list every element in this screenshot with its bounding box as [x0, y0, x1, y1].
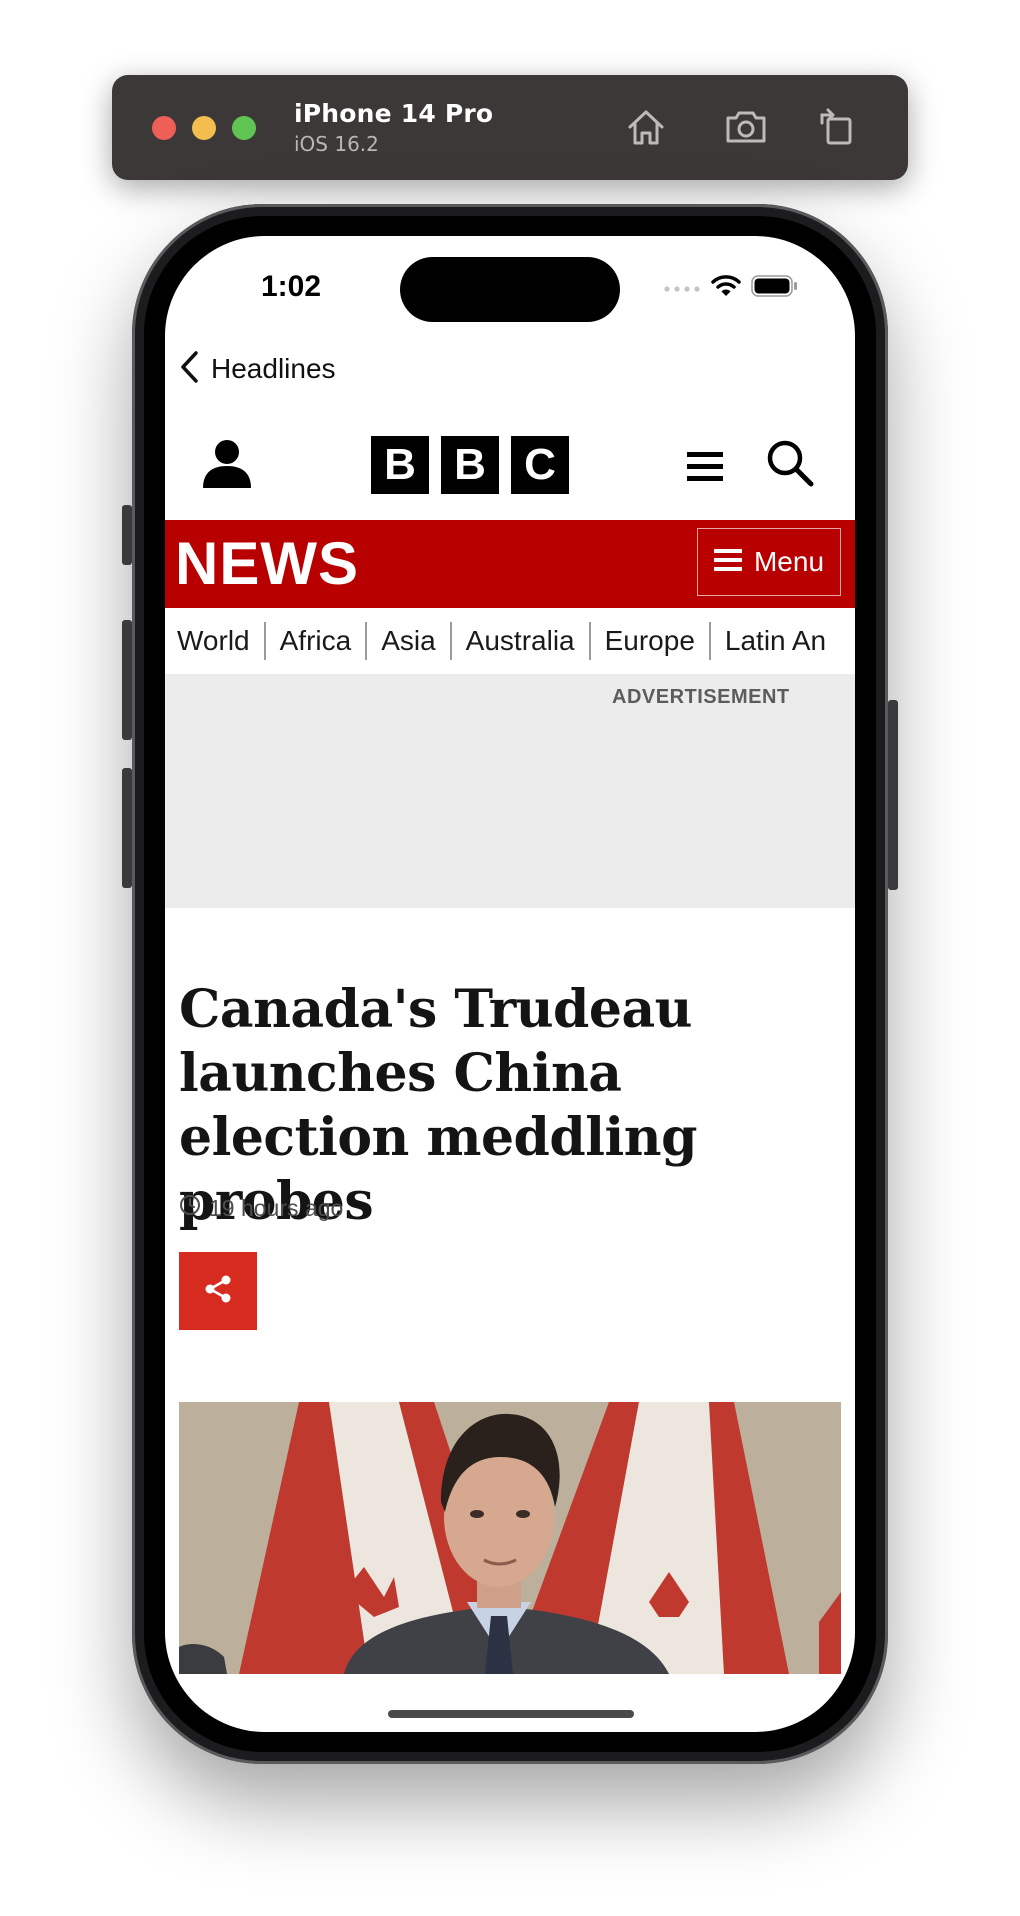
- share-icon: [204, 1274, 232, 1309]
- dynamic-island: [400, 257, 620, 322]
- bbc-logo-letter: C: [511, 436, 569, 494]
- back-label: Headlines: [211, 353, 336, 384]
- region-nav-item-europe[interactable]: Europe: [591, 622, 711, 660]
- account-icon[interactable]: [201, 438, 253, 495]
- advertisement-slot: ADVERTISEMENT: [165, 674, 855, 908]
- status-icons: [663, 274, 799, 303]
- battery-icon: [751, 274, 799, 303]
- home-icon[interactable]: [622, 103, 670, 151]
- simulator-toolbar: iPhone 14 Pro iOS 16.2: [112, 75, 908, 180]
- signal-icon: [663, 280, 701, 298]
- share-button[interactable]: [179, 1252, 257, 1330]
- news-band: NEWS Menu: [165, 520, 855, 608]
- region-nav-item-asia[interactable]: Asia: [367, 622, 452, 660]
- bbc-logo-letter: B: [441, 436, 499, 494]
- clock-icon: [179, 1194, 201, 1222]
- bbc-header: B B C: [165, 416, 855, 520]
- advertisement-label: ADVERTISEMENT: [612, 686, 790, 708]
- zoom-window-button[interactable]: [232, 116, 256, 140]
- close-window-button[interactable]: [152, 116, 176, 140]
- more-menu-icon[interactable]: [687, 450, 723, 489]
- wifi-icon: [711, 274, 741, 303]
- menu-button[interactable]: Menu: [697, 528, 841, 596]
- screenshot-icon[interactable]: [722, 103, 770, 151]
- hamburger-icon: [713, 547, 742, 578]
- bbc-logo[interactable]: B B C: [371, 436, 569, 494]
- chevron-left-icon: [177, 349, 201, 390]
- power-button: [888, 700, 898, 890]
- back-button[interactable]: Headlines: [177, 344, 336, 394]
- menu-label: Menu: [753, 546, 825, 577]
- bbc-logo-letter: B: [371, 436, 429, 494]
- timestamp-text: 19 hours ago: [209, 1194, 344, 1221]
- search-icon[interactable]: [765, 438, 815, 493]
- home-indicator[interactable]: [388, 1710, 634, 1718]
- news-logo[interactable]: NEWS: [175, 530, 359, 598]
- region-nav-item-africa[interactable]: Africa: [266, 622, 368, 660]
- phone-screen: 1:02 Headlines B B C NEWS Menu World Afr…: [165, 236, 855, 1732]
- region-nav-item-latin-america[interactable]: Latin An: [711, 622, 840, 660]
- os-version: iOS 16.2: [294, 132, 379, 156]
- rotate-icon[interactable]: [812, 103, 860, 151]
- region-nav: World Africa Asia Australia Europe Latin…: [165, 608, 855, 675]
- volume-up-button: [122, 620, 132, 740]
- article-image[interactable]: [179, 1402, 841, 1674]
- region-nav-item-world[interactable]: World: [165, 622, 266, 660]
- minimize-window-button[interactable]: [192, 116, 216, 140]
- region-nav-item-australia[interactable]: Australia: [452, 622, 591, 660]
- mute-switch: [122, 505, 132, 565]
- volume-down-button: [122, 768, 132, 888]
- status-time: 1:02: [261, 270, 322, 303]
- device-name: iPhone 14 Pro: [294, 99, 494, 128]
- article-timestamp: 19 hours ago: [179, 1194, 343, 1222]
